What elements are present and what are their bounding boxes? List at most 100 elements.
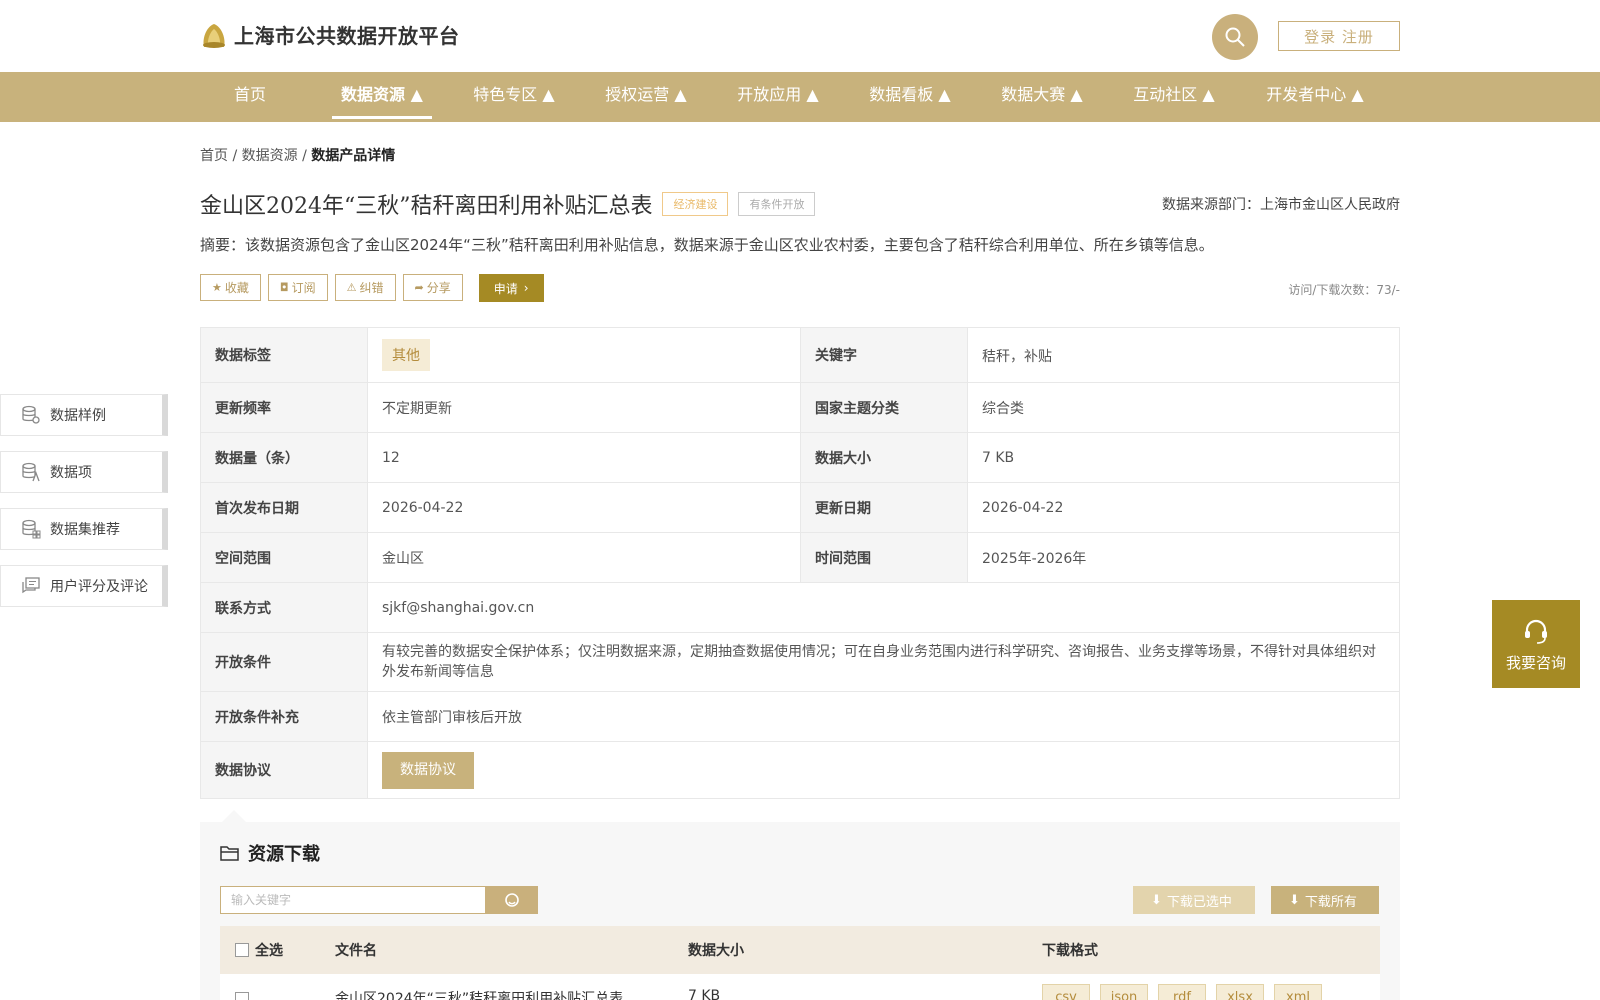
format-xlsx-link[interactable]: xlsx [1216,984,1264,1000]
header-search-button[interactable] [1212,14,1258,60]
nav-developer-center[interactable]: 开发者中心 ▲ [1256,72,1374,122]
nav-home[interactable]: 首页 [222,72,278,122]
nav-community[interactable]: 互动社区 ▲ [1124,72,1224,122]
data-tag-chip[interactable]: 其他 [382,339,430,371]
info-key: 空间范围 [200,532,368,583]
side-tab-label: 数据项 [50,465,92,481]
search-icon [1225,27,1245,47]
info-row: 空间范围 金山区 时间范围 2025年-2026年 [200,532,1400,583]
info-key: 国家主题分类 [800,382,968,433]
nav-authorized-operation[interactable]: 授权运营 ▲ [596,72,696,122]
download-icon: ⬇ [1289,892,1300,908]
consult-button[interactable]: 我要咨询 [1492,600,1580,688]
database-search-icon [22,462,40,482]
download-icon: ⬇ [1151,892,1162,908]
download-search-input[interactable]: 输入关键字 [220,886,486,914]
bookmark-icon: ◘ [279,281,289,294]
header: 上海市公共数据开放平台 登录 注册 [0,0,1600,72]
info-row: 更新频率 不定期更新 国家主题分类 综合类 [200,382,1400,433]
nav-data-dashboard[interactable]: 数据看板 ▲ [860,72,960,122]
logo-icon [200,21,228,49]
warning-icon: ⚠ [346,281,357,294]
headset-icon [1525,619,1547,644]
info-key: 数据大小 [800,432,968,483]
breadcrumb-home[interactable]: 首页 [200,148,228,164]
side-tab-rating-comments[interactable]: 用户评分及评论 [0,565,168,607]
category-tag: 经济建设 [662,192,729,216]
database-grid-icon [22,519,41,539]
col-format: 下载格式 [1042,943,1098,959]
star-icon: ★ [212,281,222,294]
nav-open-apps[interactable]: 开放应用 ▲ [728,72,828,122]
download-table-header: 全选 文件名 数据大小 下载格式 [220,926,1380,974]
info-value: 依主管部门审核后开放 [367,691,1400,742]
info-value: 数据协议 [367,741,1400,799]
main-nav: 首页 数据资源 ▲ 特色专区 ▲ 授权运营 ▲ 开放应用 ▲ 数据看板 ▲ 数据… [0,72,1600,122]
dataset-info-table: 数据标签 其他 关键字 秸秆，补贴 更新频率 不定期更新 国家主题分类 综合类 … [200,327,1400,799]
download-all-label: 下载所有 [1304,894,1357,910]
download-title: 资源下载 [220,840,320,866]
select-all-checkbox[interactable] [235,943,249,957]
format-xml-link[interactable]: xml [1274,984,1322,1000]
collect-label: 收藏 [224,281,249,295]
side-tab-label: 数据集推荐 [50,522,120,538]
side-tab-dataset-recommend[interactable]: 数据集推荐 [0,508,168,550]
info-value: 2026-04-22 [967,482,1400,533]
format-json-link[interactable]: json [1100,984,1148,1000]
col-size: 数据大小 [688,943,744,959]
nav-data-resources[interactable]: 数据资源 ▲ [332,72,432,122]
col-select-all: 全选 [255,943,283,959]
nav-active-indicator [332,116,432,119]
row-checkbox[interactable] [235,992,249,1000]
info-key: 数据量（条） [200,432,368,483]
search-icon [505,893,519,907]
breadcrumb-section[interactable]: 数据资源 [242,148,298,164]
info-value: 不定期更新 [367,382,801,433]
share-button[interactable]: ➦ 分享 [402,274,463,301]
nav-data-contest[interactable]: 数据大赛 ▲ [992,72,1092,122]
info-row: 联系方式 sjkf@shanghai.gov.cn [200,582,1400,633]
info-row: 开放条件 有较完善的数据安全保护体系；仅注明数据来源，定期抽查数据使用情况；可在… [200,632,1400,692]
info-key: 更新日期 [800,482,968,533]
data-agreement-button[interactable]: 数据协议 [382,751,474,789]
consult-label: 我要咨询 [1505,653,1566,672]
breadcrumb: 首页 / 数据资源 / 数据产品详情 [200,145,395,165]
dataset-summary: 摘要：该数据资源包含了金山区2024年“三秋”秸秆离田利用补贴信息，数据来源于金… [200,236,1214,254]
site-logo[interactable]: 上海市公共数据开放平台 [200,20,460,49]
info-value: 2025年-2026年 [967,532,1400,583]
col-filename: 文件名 [335,943,377,959]
correct-button[interactable]: ⚠ 纠错 [334,274,396,301]
collect-button[interactable]: ★ 收藏 [200,274,261,301]
visit-download-count: 访问/下载次数：73/- [1288,283,1400,297]
side-tab-data-items[interactable]: 数据项 [0,451,168,493]
download-title-text: 资源下载 [248,844,320,865]
source-department: 数据来源部门：上海市金山区人民政府 [1162,197,1400,213]
info-value: 其他 [367,327,801,383]
apply-button[interactable]: 申请 › [478,274,544,302]
download-search-button[interactable] [486,886,538,914]
info-value: 金山区 [367,532,801,583]
login-register-button[interactable]: 登录 注册 [1278,21,1400,51]
subscribe-button[interactable]: ◘ 订阅 [267,274,328,301]
format-csv-link[interactable]: csv [1042,984,1090,1000]
download-selected-button[interactable]: ⬇ 下载已选中 [1133,886,1255,914]
subscribe-label: 订阅 [291,281,316,295]
database-icon [22,405,40,424]
info-key: 数据标签 [200,327,368,383]
share-icon: ➦ [414,281,424,294]
share-label: 分享 [426,281,451,295]
chevron-right-icon: › [523,281,529,295]
download-selected-label: 下载已选中 [1166,894,1232,910]
nav-special-zone[interactable]: 特色专区 ▲ [464,72,564,122]
row-size: 7 KB [688,988,721,1000]
page-title: 金山区2024年“三秋”秸秆离田利用补贴汇总表 [200,194,653,219]
side-tab-data-sample[interactable]: 数据样例 [0,394,168,436]
info-row: 数据标签 其他 关键字 秸秆，补贴 [200,327,1400,383]
resource-download-panel: 资源下载 输入关键字 ⬇ 下载已选中 ⬇ 下载所有 全选 文件名 数据大小 下载… [200,822,1400,1000]
format-rdf-link[interactable]: rdf [1158,984,1206,1000]
info-value: 综合类 [967,382,1400,433]
download-all-button[interactable]: ⬇ 下载所有 [1271,886,1379,914]
correct-label: 纠错 [359,281,384,295]
info-row: 数据协议 数据协议 [200,741,1400,799]
side-tab-label: 数据样例 [50,408,106,424]
